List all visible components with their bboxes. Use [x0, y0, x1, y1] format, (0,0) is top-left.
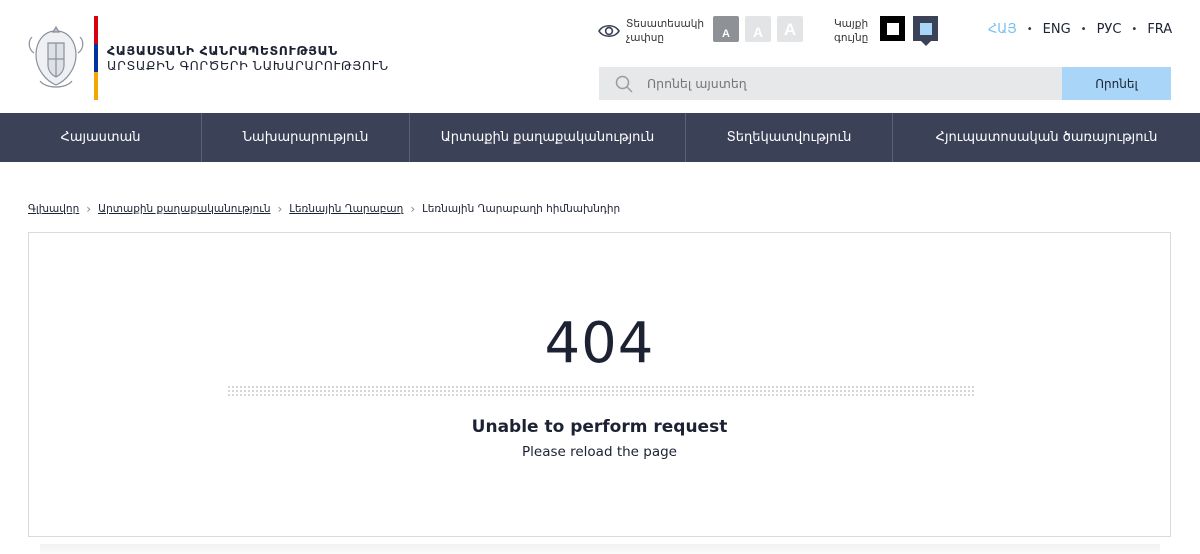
logo-text: ՀԱՅԱՍՏԱՆԻ ՀԱՆՐԱՊԵՏՈՒԹՅԱՆ ԱՐՏԱՔԻՆ ԳՈՐԾԵՐԻ…	[107, 43, 389, 73]
search-button[interactable]: Որոնել	[1062, 67, 1171, 100]
lang-en[interactable]: ENG	[1043, 22, 1071, 37]
footer-edge	[40, 544, 1160, 554]
contrast-black-swatch	[886, 22, 899, 35]
site-color-label-line-1: Կայքի	[834, 18, 869, 30]
language-switcher: ՀԱՅ • ENG • РУС • FRA	[988, 22, 1172, 37]
site-logo[interactable]: ՀԱՅԱՍՏԱՆԻ ՀԱՆՐԱՊԵՏՈՒԹՅԱՆ ԱՐՏԱՔԻՆ ԳՈՐԾԵՐԻ…	[26, 16, 389, 100]
breadcrumb-nagorno-karabakh[interactable]: Լեռնային Ղարաբաղ	[289, 203, 403, 215]
nav-item-foreign-policy[interactable]: Արտաքին քաղաքականություն	[410, 113, 686, 162]
error-title: Unable to perform request	[471, 417, 728, 437]
eye-icon	[598, 24, 620, 38]
visual-impairment-toggle[interactable]: Տեսատեսակի չափսը	[598, 17, 704, 45]
flag-stripe	[94, 16, 98, 100]
search-bar: Որոնել	[599, 67, 1171, 100]
error-panel: 404 Unable to perform request Please rel…	[28, 232, 1171, 537]
error-subtitle: Please reload the page	[522, 444, 677, 460]
coat-of-arms-icon	[28, 25, 84, 88]
error-code: 404	[544, 311, 655, 376]
lang-fr[interactable]: FRA	[1147, 22, 1172, 37]
font-size-label-line-1: Տեսատեսակի	[626, 18, 705, 30]
font-size-large-button[interactable]: A	[777, 16, 803, 42]
font-size-label: Տեսատեսակի չափսը	[626, 17, 704, 45]
site-header: ՀԱՅԱՍՏԱՆԻ ՀԱՆՐԱՊԵՏՈՒԹՅԱՆ ԱՐՏԱՔԻՆ ԳՈՐԾԵՐԻ…	[0, 0, 1200, 113]
nav-item-armenia[interactable]: Հայաստան	[0, 113, 202, 162]
nav-item-information[interactable]: Տեղեկատվություն	[686, 113, 893, 162]
dotted-divider	[227, 385, 974, 397]
contrast-blue-button[interactable]	[913, 16, 938, 46]
logo-line-1: ՀԱՅԱՍՏԱՆԻ ՀԱՆՐԱՊԵՏՈՒԹՅԱՆ	[107, 43, 338, 58]
font-size-controls: A A A	[713, 16, 803, 42]
contrast-blue-swatch	[919, 22, 932, 35]
nav-item-consular-services[interactable]: Հյուպատոսական ծառայություն	[893, 113, 1200, 162]
breadcrumb-home[interactable]: Գլխավոր	[28, 203, 79, 215]
contrast-black-button[interactable]	[880, 16, 905, 41]
nav-item-ministry[interactable]: Նախարարություն	[202, 113, 410, 162]
breadcrumb: Գլխավոր › Արտաքին քաղաքականություն › Լեռ…	[28, 202, 620, 216]
lang-separator: •	[1080, 24, 1087, 35]
lang-hy[interactable]: ՀԱՅ	[988, 22, 1017, 37]
logo-line-2: ԱՐՏԱՔԻՆ ԳՈՐԾԵՐԻ ՆԱԽԱՐԱՐՈՒԹՅՈՒՆ	[107, 58, 389, 73]
chevron-right-icon: ›	[410, 202, 416, 216]
search-box	[599, 67, 1062, 100]
lang-ru[interactable]: РУС	[1097, 22, 1122, 37]
site-color-label: Կայքի գույնը	[834, 17, 868, 45]
font-size-small-button[interactable]: A	[713, 16, 739, 42]
lang-separator: •	[1026, 24, 1033, 35]
chevron-right-icon: ›	[86, 202, 92, 216]
font-size-label-line-2: չափսը	[626, 32, 665, 44]
lang-separator: •	[1131, 24, 1138, 35]
breadcrumb-current: Լեռնային Ղարաբաղի հիմնախնդիր	[422, 203, 621, 215]
search-icon	[615, 75, 633, 93]
search-input[interactable]	[647, 76, 1027, 91]
main-nav: Հայաստան Նախարարություն Արտաքին քաղաքակա…	[0, 113, 1200, 162]
breadcrumb-foreign-policy[interactable]: Արտաքին քաղաքականություն	[98, 203, 270, 215]
site-color-label-line-2: գույնը	[834, 32, 869, 44]
chevron-right-icon: ›	[277, 202, 283, 216]
font-size-medium-button[interactable]: A	[745, 16, 771, 42]
